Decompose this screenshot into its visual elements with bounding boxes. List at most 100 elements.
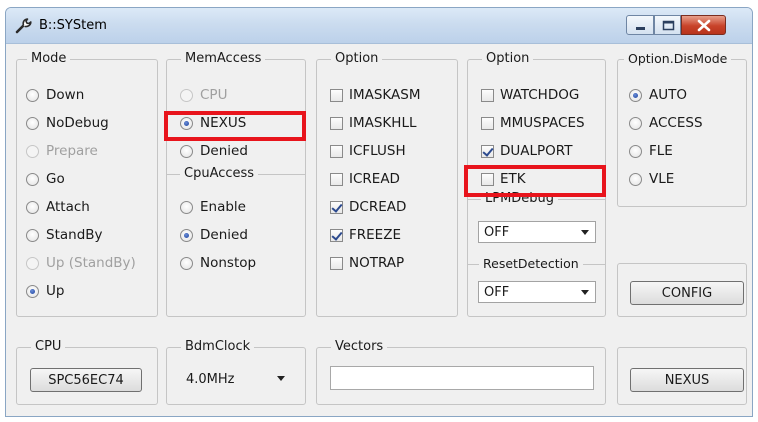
dismode-label: AUTO [649,87,687,103]
bdmclock-select[interactable]: 4.0MHz [180,367,292,391]
option1-label: NOTRAP [349,255,405,271]
mode-radio-standby[interactable]: StandBy [26,226,103,244]
radio-indicator [26,256,39,270]
radio-indicator [180,200,193,214]
system-window: B::SYStem Mode DownNoDebugPrepareGoAttac… [5,7,753,417]
radio-indicator [629,88,642,102]
mode-radio-go[interactable]: Go [26,170,65,188]
minimize-button[interactable] [626,15,654,35]
memaccess-label: CPU [200,87,228,103]
checkbox-indicator [330,256,343,270]
dismode-radio-access[interactable]: ACCESS [629,114,703,132]
option2-label: MMUSPACES [500,115,585,131]
option2-check-watchdog[interactable]: WATCHDOG [481,86,579,104]
vectors-group-title: Vectors [331,339,388,355]
checkbox-indicator [481,144,494,158]
option1-check-imaskasm[interactable]: IMASKASM [330,86,421,104]
option2-label: ETK [500,171,526,187]
chevron-down-icon [581,230,589,235]
nexus-button[interactable]: NEXUS [630,368,744,392]
mode-label: Up (StandBy) [46,255,136,271]
mode-label: NoDebug [46,115,109,131]
memaccess-group-title: MemAccess [181,51,266,67]
option-group-2-title: Option [482,51,534,67]
option2-label: DUALPORT [500,143,573,159]
dismode-label: ACCESS [649,115,703,131]
mode-label: StandBy [46,227,103,243]
memaccess-radio-nexus[interactable]: NEXUS [180,114,246,132]
checkbox-indicator [481,172,494,186]
option1-check-freeze[interactable]: FREEZE [330,226,401,244]
close-icon [697,19,711,32]
dismode-radio-fle[interactable]: FLE [629,142,673,160]
cpuaccess-label: Enable [200,199,246,215]
vectors-input[interactable] [330,366,594,390]
resetdetection-select[interactable]: OFF [478,281,596,303]
dismode-radio-auto[interactable]: AUTO [629,86,687,104]
mode-label: Attach [46,199,90,215]
option1-label: IMASKASM [349,87,421,103]
radio-indicator [180,144,193,158]
checkbox-indicator [330,200,343,214]
option1-label: DCREAD [349,199,407,215]
checkbox-indicator [330,116,343,130]
mode-label: Up [46,283,65,299]
radio-indicator [629,144,642,158]
radio-indicator [26,116,39,130]
mode-label: Go [46,171,65,187]
mode-label: Down [46,87,85,103]
cpuaccess-label: Denied [200,227,248,243]
cpuaccess-radio-nonstop[interactable]: Nonstop [180,254,256,272]
option2-check-dualport[interactable]: DUALPORT [481,142,572,160]
option1-label: ICREAD [349,171,400,187]
cpu-group-title: CPU [31,339,66,355]
checkbox-indicator [330,88,343,102]
cpuaccess-group-title: CpuAccess [180,166,259,182]
cpu-button[interactable]: SPC56EC74 [30,368,142,392]
radio-indicator [26,144,39,158]
resetdetection-title: ResetDetection [479,256,583,272]
title-bar: B::SYStem [6,8,752,44]
option1-check-icread[interactable]: ICREAD [330,170,400,188]
checkbox-indicator [481,116,494,130]
cpuaccess-radio-enable[interactable]: Enable [180,198,246,216]
radio-indicator [180,256,193,270]
radio-indicator [26,284,39,298]
dismode-label: VLE [649,171,675,187]
radio-indicator [180,228,193,242]
memaccess-radio-denied[interactable]: Denied [180,142,248,160]
minimize-icon [636,27,645,30]
config-button[interactable]: CONFIG [630,281,744,305]
checkbox-indicator [330,228,343,242]
radio-indicator [26,228,39,242]
maximize-button[interactable] [654,15,681,35]
option1-check-notrap[interactable]: NOTRAP [330,254,404,272]
dialog-client: Mode Down NoDebug Prepare Go Attach StandBy Up… [6,45,752,416]
option1-label: ICFLUSH [349,143,406,159]
radio-indicator [26,172,39,186]
radio-indicator [26,88,39,102]
wrench-icon [15,18,32,34]
option1-check-icflush[interactable]: ICFLUSH [330,142,406,160]
cpuaccess-label: Nonstop [200,255,257,271]
mode-radio-nodebug[interactable]: NoDebug [26,114,109,132]
mode-radio-up[interactable]: Up [26,282,64,300]
chevron-down-icon [581,290,589,295]
dismode-radio-vle[interactable]: VLE [629,170,674,188]
mode-radio-attach[interactable]: Attach [26,198,90,216]
window-title: B::SYStem [39,18,107,33]
option1-label: FREEZE [349,227,401,243]
mode-radio-down[interactable]: Down [26,86,84,104]
option1-check-imaskhll[interactable]: IMASKHLL [330,114,416,132]
option2-check-mmuspaces[interactable]: MMUSPACES [481,114,585,132]
cpuaccess-radio-denied[interactable]: Denied [180,226,248,244]
lpmdebug-value: OFF [484,224,510,240]
close-button[interactable] [681,15,726,35]
bdmclock-value: 4.0MHz [186,371,235,387]
mode-label: Prepare [46,143,98,159]
mode-group-title: Mode [27,51,71,67]
lpmdebug-select[interactable]: OFF [478,221,596,243]
option2-check-etk[interactable]: ETK [481,170,526,188]
memaccess-label: NEXUS [200,115,247,131]
option1-check-dcread[interactable]: DCREAD [330,198,406,216]
